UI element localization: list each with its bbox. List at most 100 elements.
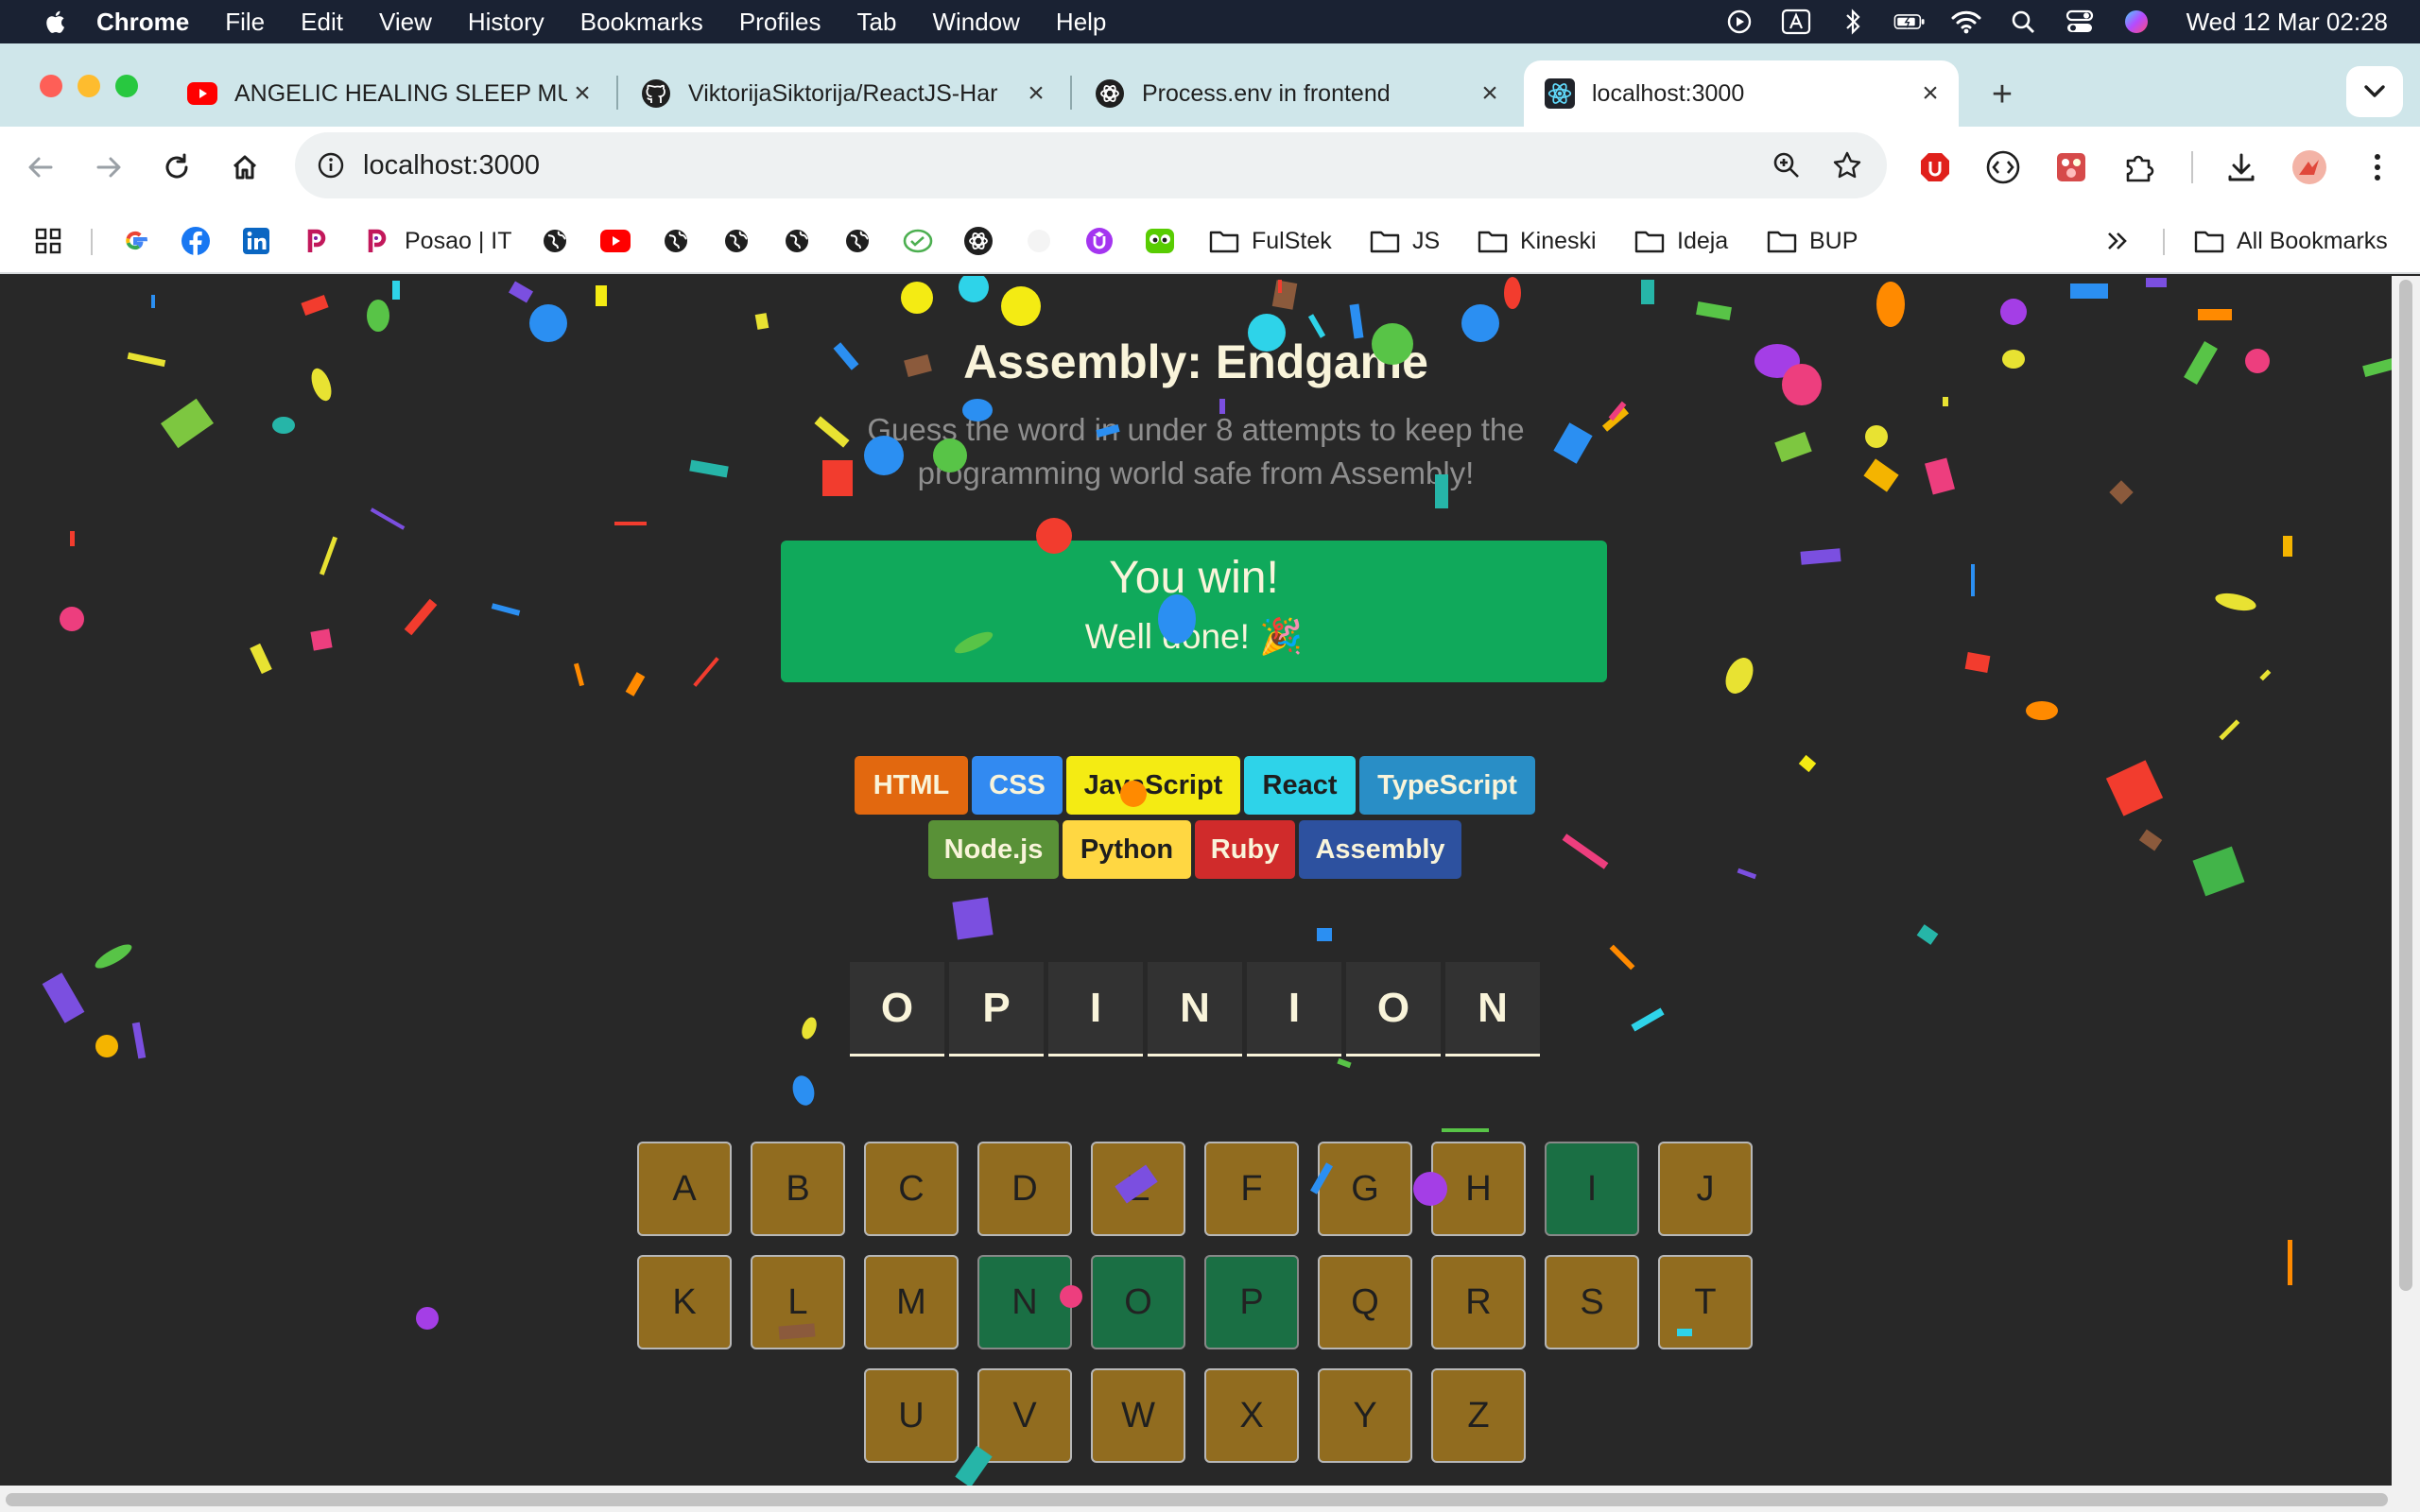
bookmark-udemy[interactable] (1083, 221, 1115, 261)
devtools-extension-icon[interactable] (1979, 144, 2027, 191)
all-bookmarks-button[interactable]: All Bookmarks (2193, 221, 2388, 261)
tab-close-icon[interactable]: × (1021, 77, 1051, 109)
horizontal-scrollbar-thumb[interactable] (6, 1493, 2388, 1506)
menu-app-name[interactable]: Chrome (96, 8, 189, 37)
key-k[interactable]: K (637, 1255, 732, 1349)
site-info-icon[interactable] (312, 146, 350, 184)
siri-icon[interactable] (2120, 8, 2152, 36)
vertical-scrollbar[interactable] (2392, 276, 2420, 1486)
bookmark-youtube[interactable] (599, 221, 631, 261)
key-j[interactable]: J (1658, 1142, 1753, 1236)
bookmark-folder-bup[interactable]: BUP (1766, 221, 1858, 261)
vertical-scrollbar-thumb[interactable] (2399, 280, 2412, 1291)
tab-chatgpt[interactable]: Process.env in frontend × (1074, 60, 1518, 127)
bookmark-google[interactable] (119, 221, 151, 261)
profile-avatar[interactable] (2286, 144, 2333, 191)
menu-bookmarks[interactable]: Bookmarks (580, 8, 703, 37)
screen-record-icon[interactable] (1723, 8, 1755, 36)
key-y[interactable]: Y (1318, 1368, 1412, 1463)
address-url-text[interactable]: localhost:3000 (363, 150, 1766, 181)
tab-search-button[interactable] (2346, 66, 2403, 117)
tab-close-icon[interactable]: × (567, 77, 597, 109)
key-e[interactable]: E (1091, 1142, 1185, 1236)
bookmark-globe-3[interactable] (720, 221, 752, 261)
key-n[interactable]: N (977, 1255, 1072, 1349)
bookmark-chatgpt[interactable] (962, 221, 994, 261)
ublock-extension-icon[interactable] (1911, 144, 1959, 191)
key-r[interactable]: R (1431, 1255, 1526, 1349)
bookmark-duolingo[interactable] (1144, 221, 1176, 261)
bookmark-star-icon[interactable] (1826, 145, 1868, 186)
key-i[interactable]: I (1545, 1142, 1639, 1236)
menu-edit[interactable]: Edit (301, 8, 343, 37)
control-center-icon[interactable] (2064, 8, 2096, 36)
key-c[interactable]: C (864, 1142, 959, 1236)
chrome-menu-button[interactable] (2354, 144, 2401, 191)
bookmark-blank[interactable] (1023, 221, 1055, 261)
home-button[interactable] (221, 144, 268, 191)
tab-close-icon[interactable]: × (1915, 77, 1945, 109)
bookmark-folder-js[interactable]: JS (1369, 221, 1440, 261)
key-w[interactable]: W (1091, 1368, 1185, 1463)
bookmark-linkedin[interactable] (240, 221, 272, 261)
tab-github[interactable]: ViktorijaSiktorija/ReactJS-Har × (620, 60, 1064, 127)
bookmarks-overflow-button[interactable] (2100, 221, 2133, 261)
key-u[interactable]: U (864, 1368, 959, 1463)
menu-history[interactable]: History (468, 8, 544, 37)
key-b[interactable]: B (751, 1142, 845, 1236)
back-button[interactable] (17, 144, 64, 191)
wifi-icon[interactable] (1950, 8, 1982, 36)
zoom-icon[interactable] (1766, 145, 1807, 186)
downloads-button[interactable] (2218, 144, 2265, 191)
menu-file[interactable]: File (225, 8, 265, 37)
apps-grid-button[interactable] (32, 221, 64, 261)
bookmark-folder-ideja[interactable]: Ideja (1634, 221, 1728, 261)
spotlight-search-icon[interactable] (2007, 8, 2039, 36)
key-f[interactable]: F (1204, 1142, 1299, 1236)
bookmark-globe-5[interactable] (841, 221, 873, 261)
key-o[interactable]: O (1091, 1255, 1185, 1349)
menu-profiles[interactable]: Profiles (739, 8, 821, 37)
bookmark-globe-4[interactable] (781, 221, 813, 261)
reload-button[interactable] (153, 144, 200, 191)
input-source-icon[interactable] (1780, 8, 1812, 36)
apple-menu-icon[interactable] (32, 0, 76, 43)
menu-tab[interactable]: Tab (857, 8, 897, 37)
tab-close-icon[interactable]: × (1475, 77, 1505, 109)
key-v[interactable]: V (977, 1368, 1072, 1463)
menu-window[interactable]: Window (932, 8, 1019, 37)
key-q[interactable]: Q (1318, 1255, 1412, 1349)
window-zoom-button[interactable] (115, 75, 138, 97)
window-close-button[interactable] (40, 75, 62, 97)
horizontal-scrollbar[interactable] (0, 1486, 2420, 1512)
menu-help[interactable]: Help (1056, 8, 1106, 37)
key-a[interactable]: A (637, 1142, 732, 1236)
bluetooth-icon[interactable] (1837, 8, 1869, 36)
window-minimize-button[interactable] (78, 75, 100, 97)
key-h[interactable]: H (1431, 1142, 1526, 1236)
bookmark-folder-kineski[interactable]: Kineski (1477, 221, 1597, 261)
key-x[interactable]: X (1204, 1368, 1299, 1463)
menu-view[interactable]: View (379, 8, 432, 37)
key-d[interactable]: D (977, 1142, 1072, 1236)
forward-button[interactable] (85, 144, 132, 191)
bookmark-vite[interactable] (902, 221, 934, 261)
key-t[interactable]: T (1658, 1255, 1753, 1349)
key-g[interactable]: G (1318, 1142, 1412, 1236)
bookmark-globe-1[interactable] (539, 221, 571, 261)
key-p[interactable]: P (1204, 1255, 1299, 1349)
key-s[interactable]: S (1545, 1255, 1639, 1349)
new-tab-button[interactable]: + (1981, 74, 2023, 115)
tab-localhost-active[interactable]: localhost:3000 × (1524, 60, 1959, 127)
extensions-puzzle-icon[interactable] (2116, 144, 2163, 191)
tab-youtube[interactable]: ANGELIC HEALING SLEEP MU × (166, 60, 611, 127)
bookmark-picsart[interactable] (301, 221, 333, 261)
bookmark-facebook[interactable] (180, 221, 212, 261)
battery-icon[interactable] (1893, 8, 1926, 36)
colorful-extension-icon[interactable] (2048, 144, 2095, 191)
menubar-clock[interactable]: Wed 12 Mar 02:28 (2187, 8, 2388, 37)
key-z[interactable]: Z (1431, 1368, 1526, 1463)
bookmark-folder-fulstek[interactable]: FulStek (1208, 221, 1332, 261)
bookmark-globe-2[interactable] (660, 221, 692, 261)
bookmark-posao[interactable]: Posao | IT (361, 221, 512, 261)
